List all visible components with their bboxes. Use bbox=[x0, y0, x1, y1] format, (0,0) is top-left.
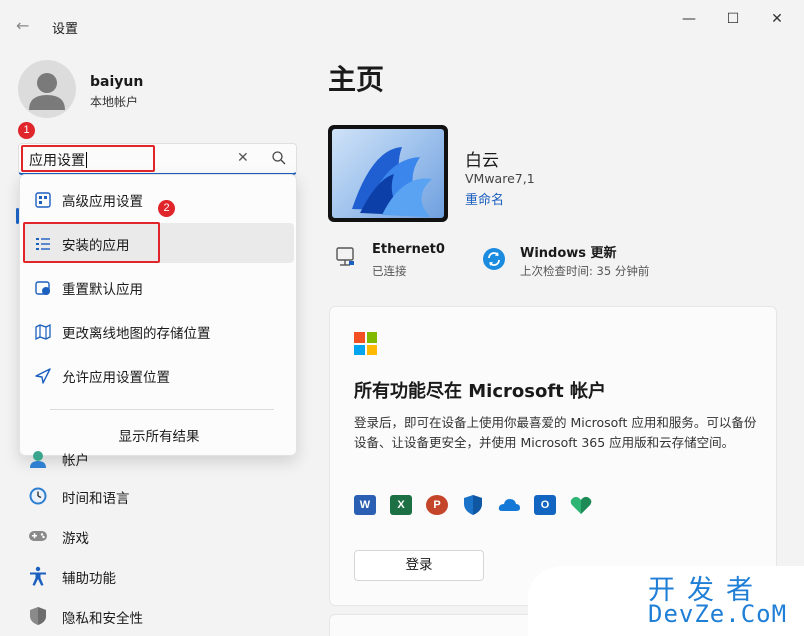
device-model: VMware7,1 bbox=[465, 171, 535, 186]
sidebar-item-accessibility[interactable]: 辅助功能 bbox=[24, 558, 294, 594]
clear-icon[interactable]: ✕ bbox=[237, 150, 249, 166]
user-name: baiyun bbox=[90, 74, 144, 90]
back-arrow-icon[interactable]: ← bbox=[16, 16, 36, 36]
suggestion-label: 更改离线地图的存储位置 bbox=[62, 326, 211, 342]
search-highlight-frame bbox=[21, 145, 155, 172]
sidebar-item-gaming[interactable]: 游戏 bbox=[24, 518, 294, 554]
search-suggestions: 高级应用设置 安装的应用 重置默认应用 更改离线地图的存储位置 允许应用设置位置… bbox=[19, 174, 297, 456]
default-apps-icon bbox=[35, 281, 50, 295]
advanced-apps-icon bbox=[35, 192, 51, 208]
sidebar-item-privacy[interactable]: 隐私和安全性 bbox=[24, 598, 294, 634]
microsoft-account-card: 所有功能尽在 Microsoft 帐户 登录后，即可在设备上使用你最喜爱的 Mi… bbox=[329, 306, 777, 606]
sidebar-item-time-language[interactable]: 时间和语言 bbox=[24, 478, 294, 514]
sidebar-item-label: 游戏 bbox=[62, 531, 89, 547]
suggestion-default-apps[interactable]: 重置默认应用 bbox=[24, 267, 294, 307]
windows-update-title[interactable]: Windows 更新 bbox=[520, 242, 617, 261]
page-title: 主页 bbox=[328, 63, 385, 96]
installed-apps-highlight-frame bbox=[23, 222, 160, 263]
gaming-icon bbox=[29, 531, 47, 541]
user-silhouette-icon bbox=[29, 73, 65, 110]
card-description: 登录后，即可在设备上使用你最喜爱的 Microsoft 应用和服务。可以备份设备… bbox=[354, 415, 757, 450]
family-icon bbox=[570, 496, 592, 514]
ethernet-icon[interactable] bbox=[334, 245, 358, 269]
title-bar: ← 设置 — ☐ ✕ bbox=[0, 0, 804, 48]
device-name: 白云 bbox=[465, 151, 499, 171]
offline-maps-icon bbox=[35, 323, 51, 341]
sidebar-item-label: 时间和语言 bbox=[62, 491, 130, 507]
accessibility-icon bbox=[30, 566, 46, 586]
watermark-bottom: DevZe.CoM bbox=[648, 600, 788, 628]
account-type: 本地帐户 bbox=[90, 95, 139, 109]
step-1-badge: 1 bbox=[18, 122, 35, 139]
divider bbox=[50, 409, 274, 410]
sidebar-item-accounts[interactable]: 帐户 bbox=[24, 440, 294, 476]
location-icon bbox=[35, 368, 51, 384]
sidebar-item-label: 帐户 bbox=[62, 453, 89, 469]
sidebar-item-label: 隐私和安全性 bbox=[62, 611, 143, 627]
sidebar-item-label: 辅助功能 bbox=[62, 571, 116, 587]
accounts-icon bbox=[30, 451, 46, 468]
defender-icon bbox=[464, 495, 482, 515]
device-thumbnail bbox=[328, 125, 448, 222]
avatar[interactable] bbox=[18, 60, 76, 118]
rename-link[interactable]: 重命名 bbox=[465, 189, 504, 208]
watermark: 开发者 DevZe.CoM bbox=[528, 566, 804, 636]
suggestion-label: 允许应用设置位置 bbox=[62, 370, 170, 386]
windows-update-last-check: 上次检查时间: 35 分钟前 bbox=[520, 264, 650, 278]
onedrive-icon bbox=[498, 499, 520, 511]
nav-selection-indicator bbox=[16, 208, 19, 224]
outlook-icon: O bbox=[534, 495, 556, 515]
word-icon: W bbox=[354, 495, 376, 515]
wallpaper-bloom-icon bbox=[332, 129, 444, 218]
microsoft-logo-icon bbox=[354, 332, 377, 355]
minimize-button[interactable]: — bbox=[674, 8, 704, 30]
maximize-button[interactable]: ☐ bbox=[718, 8, 748, 30]
card-heading: 所有功能尽在 Microsoft 帐户 bbox=[354, 381, 607, 402]
step-2-badge: 2 bbox=[158, 200, 175, 217]
suggestion-location[interactable]: 允许应用设置位置 bbox=[24, 355, 294, 395]
powerpoint-icon: P bbox=[426, 495, 448, 515]
suggestion-label: 重置默认应用 bbox=[62, 282, 143, 298]
search-icon[interactable] bbox=[271, 150, 287, 166]
close-button[interactable]: ✕ bbox=[762, 8, 792, 30]
window-title: 设置 bbox=[52, 22, 79, 37]
windows-update-icon[interactable] bbox=[482, 247, 506, 271]
time-language-icon bbox=[29, 487, 47, 505]
sign-in-button[interactable]: 登录 bbox=[354, 550, 484, 581]
network-status: 已连接 bbox=[372, 264, 407, 278]
suggestion-offline-maps[interactable]: 更改离线地图的存储位置 bbox=[24, 311, 294, 351]
suggestion-label: 高级应用设置 bbox=[62, 194, 143, 210]
network-name[interactable]: Ethernet0 bbox=[372, 242, 445, 257]
excel-icon: X bbox=[390, 495, 412, 515]
privacy-shield-icon bbox=[30, 607, 46, 625]
